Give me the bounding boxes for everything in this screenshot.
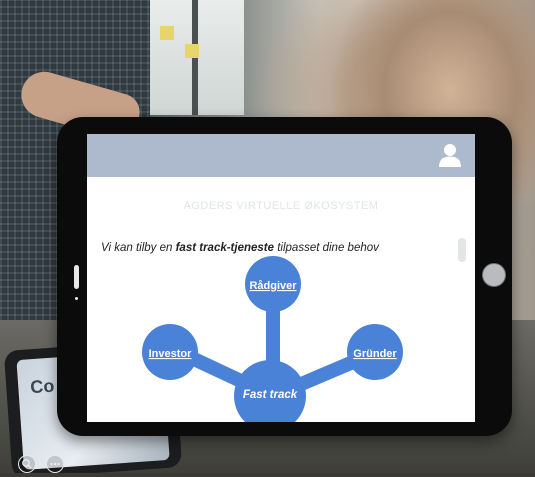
fast-track-diagram: Rådgiver Investor Gründer Fast track [142, 256, 403, 422]
node-center-label[interactable]: Fast track [243, 389, 298, 401]
zoom-icon-glyph [22, 459, 32, 469]
node-top[interactable]: Rådgiver [245, 256, 301, 312]
tablet-camera-dot [75, 297, 78, 300]
node-left-label[interactable]: Investor [149, 348, 193, 360]
more-icon-glyph [50, 462, 60, 466]
sticky-note [185, 44, 199, 58]
laptop-screen-text: Co [29, 375, 55, 398]
tablet-home-button [482, 263, 506, 287]
node-center[interactable]: Fast track [234, 360, 306, 422]
tablet-camera-slot [74, 265, 79, 289]
zoom-icon[interactable] [18, 455, 36, 473]
tablet-screen: AGDERS VIRTUELLE ØKOSYSTEM Vi kan tilby … [87, 134, 475, 422]
node-right[interactable]: Gründer [347, 324, 403, 380]
node-left[interactable]: Investor [142, 324, 198, 380]
node-right-label[interactable]: Gründer [353, 348, 397, 360]
node-top-label[interactable]: Rådgiver [249, 280, 297, 292]
tablet-device: AGDERS VIRTUELLE ØKOSYSTEM Vi kan tilby … [57, 117, 512, 436]
more-icon[interactable] [46, 455, 64, 473]
sticky-note [160, 26, 174, 40]
